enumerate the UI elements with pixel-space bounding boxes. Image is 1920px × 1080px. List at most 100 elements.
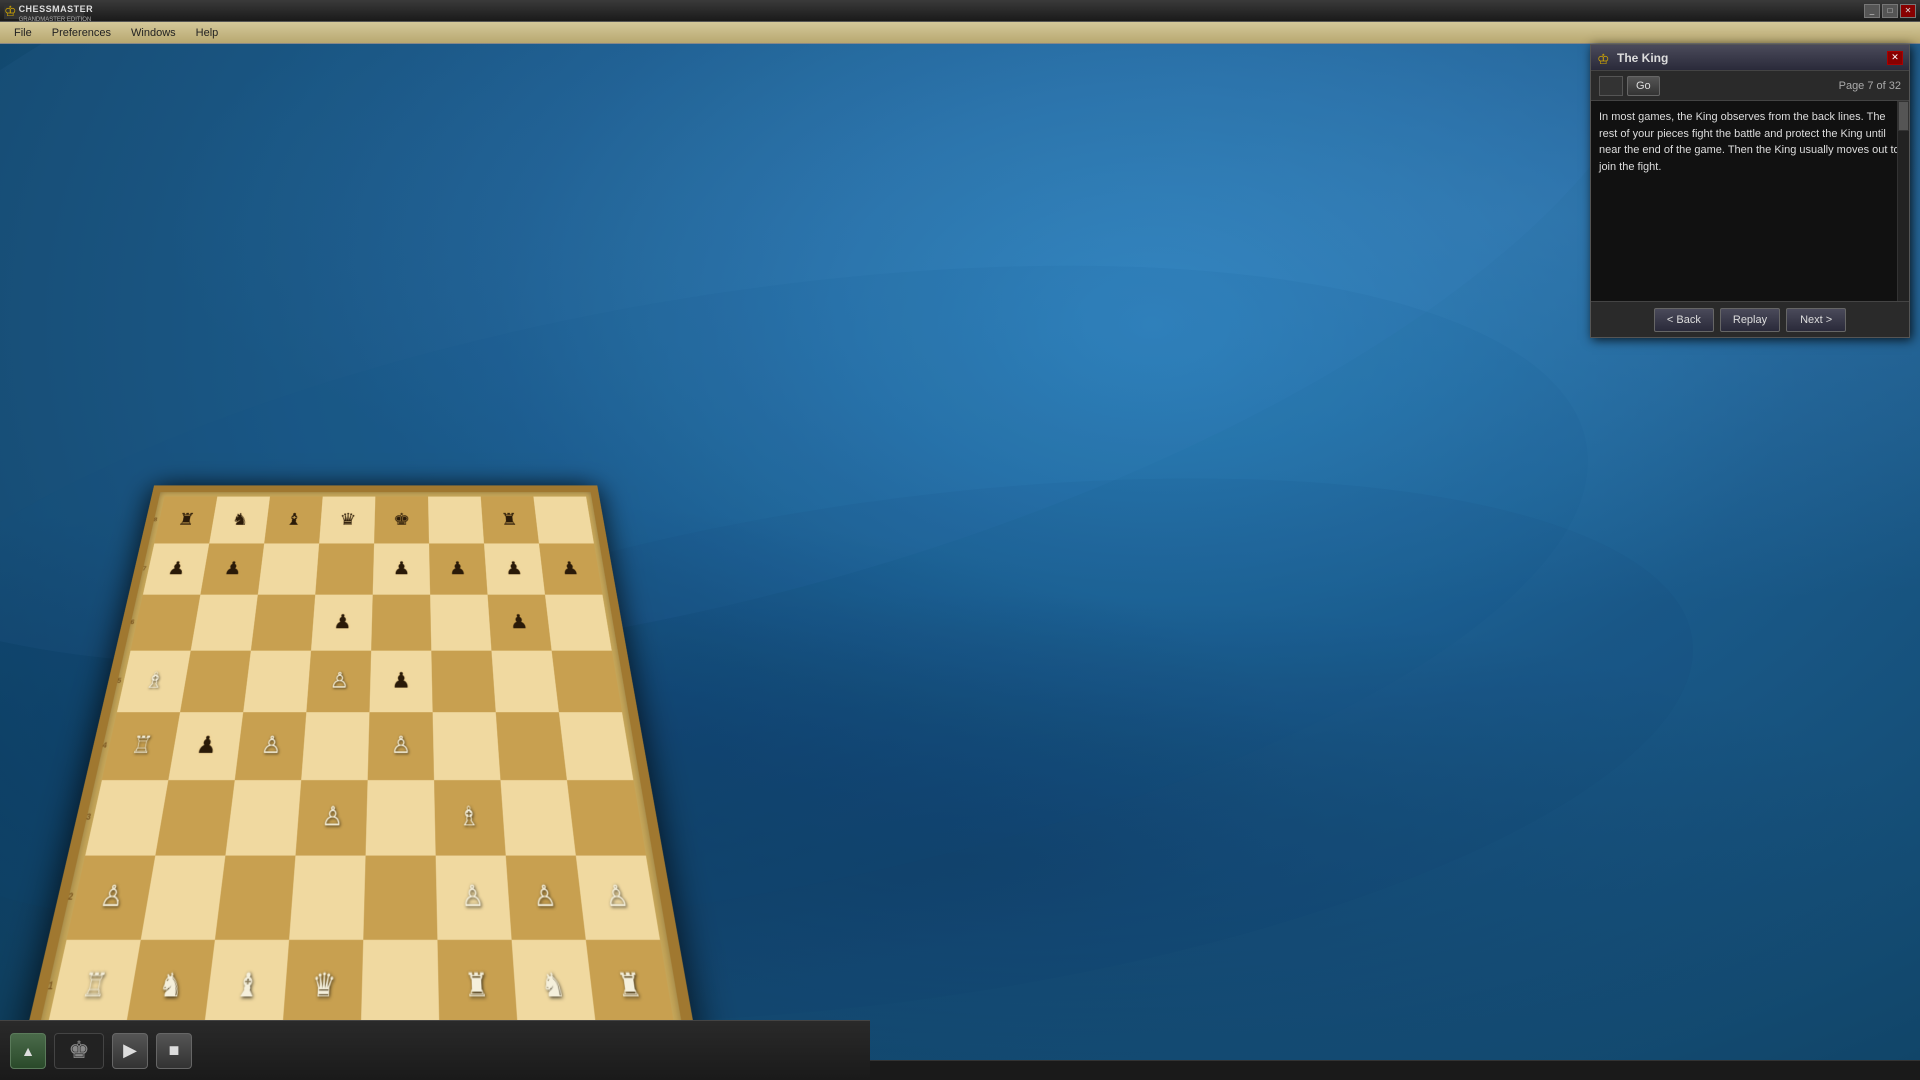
cell-c7[interactable] (258, 543, 319, 594)
cell-f5[interactable] (431, 651, 495, 713)
cell-b8[interactable]: ♞ (209, 497, 270, 544)
piece-e5: ♟ (369, 651, 432, 713)
cell-d4[interactable] (301, 712, 369, 780)
cell-b6[interactable] (191, 595, 258, 651)
bottom-toolbar: ▲ ♚ ▶ ■ (0, 1020, 870, 1080)
cell-c6[interactable] (251, 595, 315, 651)
dialog-close-button[interactable]: ✕ (1887, 51, 1903, 65)
go-wrapper: Go (1599, 76, 1660, 96)
cell-h2[interactable]: ♙ (576, 856, 660, 940)
app-logo: ♔ CHESSMASTER GRANDMASTER EDITION (4, 3, 84, 19)
menu-help[interactable]: Help (186, 25, 229, 41)
chess-board-3d: 8 7 6 5 4 3 2 1 A B C D E F G (20, 485, 700, 1060)
maximize-button[interactable]: □ (1882, 4, 1898, 18)
cell-a5[interactable]: ♗ (117, 651, 191, 713)
cell-a8[interactable]: ♜ (154, 497, 217, 544)
cell-d8[interactable]: ♛ (319, 497, 375, 544)
dialog-toolbar-left: Go (1599, 76, 1660, 96)
cell-h8[interactable] (533, 497, 594, 544)
cell-f7[interactable]: ♟ (429, 543, 488, 594)
page-input[interactable] (1599, 76, 1623, 96)
dialog-title: The King (1617, 51, 1668, 65)
cell-h3[interactable] (567, 780, 646, 855)
next-button[interactable]: Next > (1786, 308, 1846, 332)
cell-f2[interactable]: ♙ (436, 856, 512, 940)
cell-f4[interactable] (433, 712, 501, 780)
cell-c8[interactable]: ♝ (264, 497, 323, 544)
cell-e3[interactable] (366, 780, 436, 855)
minimize-button[interactable]: _ (1864, 4, 1880, 18)
cell-g6[interactable]: ♟ (488, 595, 552, 651)
cell-b3[interactable] (155, 780, 234, 855)
menu-preferences[interactable]: Preferences (42, 25, 121, 41)
close-button[interactable]: ✕ (1900, 4, 1916, 18)
cell-b5[interactable] (180, 651, 251, 713)
cell-e7[interactable]: ♟ (373, 543, 430, 594)
menu-windows[interactable]: Windows (121, 25, 186, 41)
cell-f8[interactable] (428, 497, 484, 544)
dialog-text: In most games, the King observes from th… (1599, 109, 1901, 175)
cell-d3[interactable]: ♙ (295, 780, 367, 855)
cell-d2[interactable] (289, 856, 365, 940)
cell-e8[interactable]: ♚ (374, 497, 429, 544)
cell-g8[interactable]: ♜ (481, 497, 539, 544)
cell-b4[interactable]: ♟ (168, 712, 243, 780)
cell-a4[interactable]: ♖ (102, 712, 180, 780)
cell-e6[interactable] (371, 595, 431, 651)
go-button[interactable]: Go (1627, 76, 1660, 96)
cell-c2[interactable] (215, 856, 296, 940)
cell-e4[interactable]: ♙ (368, 712, 434, 780)
cell-d7[interactable] (315, 543, 374, 594)
piece-f7: ♟ (429, 543, 488, 594)
dialog-content: In most games, the King observes from th… (1591, 101, 1909, 301)
cell-g5[interactable] (491, 651, 558, 713)
cell-h5[interactable] (552, 651, 622, 713)
cell-e5[interactable]: ♟ (369, 651, 432, 713)
cell-g4[interactable] (496, 712, 567, 780)
cell-f3[interactable]: ♗ (434, 780, 506, 855)
piece-d8: ♛ (319, 497, 375, 544)
content-scrollbar[interactable] (1897, 101, 1909, 301)
titlebar: ♔ CHESSMASTER GRANDMASTER EDITION _ □ ✕ (0, 0, 1920, 22)
cell-c4[interactable]: ♙ (235, 712, 307, 780)
back-button[interactable]: < Back (1654, 308, 1714, 332)
cell-e2[interactable] (363, 856, 437, 940)
page-info: Page 7 of 32 (1839, 80, 1901, 92)
cell-d6[interactable]: ♟ (311, 595, 373, 651)
dialog-titlebar: ♔ The King ✕ (1591, 45, 1909, 71)
cell-g2[interactable]: ♙ (506, 856, 586, 940)
cell-f6[interactable] (430, 595, 491, 651)
cell-d5[interactable]: ♙ (306, 651, 371, 713)
cell-a7[interactable]: ♟ (143, 543, 209, 594)
window-controls: _ □ ✕ (1864, 4, 1916, 18)
menu-file[interactable]: File (4, 25, 42, 41)
scroll-up-button[interactable]: ▲ (10, 1033, 46, 1069)
dialog-nav: < Back Replay Next > (1591, 301, 1909, 337)
piece-b8: ♞ (209, 497, 270, 544)
scrollbar-thumb[interactable] (1898, 101, 1909, 131)
cell-b7[interactable]: ♟ (200, 543, 264, 594)
piece-h7: ♟ (539, 543, 602, 594)
cell-c3[interactable] (225, 780, 301, 855)
piece-f3: ♗ (434, 780, 506, 855)
cell-h6[interactable] (545, 595, 612, 651)
status-bar (870, 1060, 1920, 1080)
cell-h4[interactable] (559, 712, 633, 780)
piece-g7: ♟ (484, 543, 545, 594)
chess-board-wrapper: 8 7 6 5 4 3 2 1 A B C D E F G (0, 310, 840, 1060)
cell-a6[interactable] (131, 595, 201, 651)
dialog-king-icon: ♔ (1597, 51, 1611, 65)
chess-board-area: 8 7 6 5 4 3 2 1 A B C D E F G (0, 44, 870, 1080)
piece-c8: ♝ (264, 497, 323, 544)
stop-button[interactable]: ■ (156, 1033, 192, 1069)
play-button[interactable]: ▶ (112, 1033, 148, 1069)
cell-g3[interactable] (500, 780, 575, 855)
cell-c5[interactable] (243, 651, 311, 713)
piece-a5: ♗ (117, 651, 191, 713)
cell-g7[interactable]: ♟ (484, 543, 545, 594)
replay-button[interactable]: Replay (1720, 308, 1780, 332)
cell-h7[interactable]: ♟ (539, 543, 602, 594)
arrow-up-icon: ▲ (21, 1043, 35, 1059)
cell-b2[interactable] (141, 856, 226, 940)
piece-g2: ♙ (506, 856, 586, 940)
